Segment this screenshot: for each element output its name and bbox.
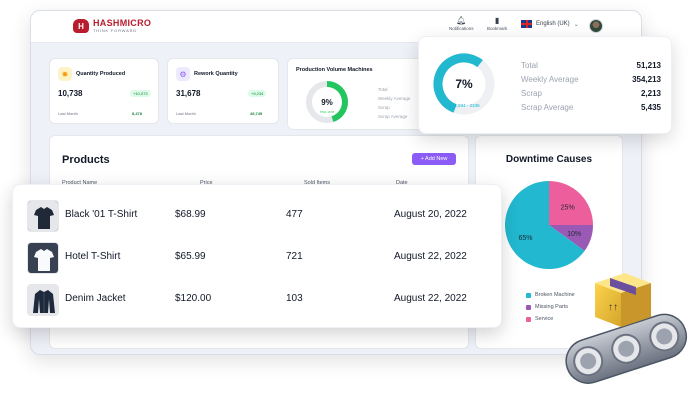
table-row[interactable]: Hotel T-Shirt $65.99 721 August 22, 2022 — [13, 239, 501, 277]
pie-data-label: 25% — [561, 204, 575, 211]
products-list-card: Black '01 T-Shirt $68.99 477 August 20, … — [12, 184, 502, 328]
summary-value: 5,435 — [640, 103, 661, 112]
summary-label: Weekly Average — [521, 75, 579, 84]
product-date: August 22, 2022 — [394, 251, 467, 262]
product-price: $65.99 — [175, 251, 206, 262]
legend-swatch — [526, 304, 531, 310]
downtime-title: Downtime Causes — [505, 154, 593, 165]
bell-icon: 🔔︎ — [456, 16, 467, 25]
stat-value: 31,678 — [176, 89, 201, 98]
stat-card-rework-quantity: ⚙ Rework Quantity 31,678 +9,234 Last Mon… — [167, 58, 279, 124]
product-price: $68.99 — [175, 209, 206, 220]
brand-logo[interactable]: H HASHMICRO THINK FORWARD — [73, 19, 151, 33]
stat-title: Rework Quantity — [194, 71, 238, 77]
stage: H HASHMICRO THINK FORWARD 🔔︎ Notificatio… — [0, 0, 700, 400]
legend-label: Service — [535, 316, 554, 322]
conveyor-box-illustration: ↑↑ — [565, 273, 688, 384]
production-volume-legend: Total Weekly Average Scrap Scrap Average — [378, 85, 410, 121]
language-selector[interactable]: English (UK) ⌄ — [521, 20, 579, 28]
production-volume-title: Production Volume Machines — [296, 67, 373, 73]
summary-value: 354,213 — [632, 75, 661, 84]
notifications-label: Notifications — [449, 26, 474, 31]
gauge-sub: PNG.1678 — [320, 110, 334, 114]
product-name: Hotel T-Shirt — [65, 251, 121, 262]
stat-sub-value: 49,745 — [250, 111, 263, 116]
legend-swatch — [526, 316, 531, 322]
product-sold: 103 — [286, 293, 303, 304]
pie-data-label: 10% — [567, 231, 581, 238]
product-name: Denim Jacket — [65, 293, 126, 304]
brand-name: HASHMICRO — [93, 18, 152, 28]
pie-slice-service — [549, 181, 593, 225]
denim-jacket-icon — [28, 285, 58, 315]
legend-item: Total — [378, 87, 388, 92]
products-title: Products — [62, 154, 110, 166]
summary-label: Scrap Average — [521, 103, 574, 112]
summary-value: 51,213 — [636, 61, 661, 70]
product-thumbnail — [27, 200, 59, 232]
summary-row: Scrap Average 5,435 — [521, 103, 661, 112]
package-box-icon: ↑↑ — [595, 273, 651, 327]
white-shirt-icon — [28, 243, 58, 273]
table-row[interactable]: Denim Jacket $120.00 103 August 22, 2022 — [13, 281, 501, 319]
sun-icon: ✹ — [58, 67, 72, 81]
add-new-button[interactable]: + Add New — [412, 153, 456, 165]
legend-item: Scrap — [378, 105, 390, 110]
summary-row: Total 51,213 — [521, 61, 661, 70]
product-thumbnail — [27, 284, 59, 316]
legend-swatch — [526, 292, 531, 298]
brand-logo-mark: H — [73, 19, 89, 33]
table-row[interactable]: Black '01 T-Shirt $68.99 477 August 20, … — [13, 197, 501, 235]
product-price: $120.00 — [175, 293, 212, 304]
stat-sub-label: Last Month — [58, 111, 78, 116]
stat-title: Quantity Produced — [76, 71, 126, 77]
stat-value: 10,738 — [58, 89, 83, 98]
summary-row: Scrap 2,213 — [521, 89, 661, 98]
product-thumbnail — [27, 242, 59, 274]
gauge-percent: 9% — [321, 98, 333, 107]
product-name: Black '01 T-Shirt — [65, 209, 138, 220]
summary-card: 7% 1,934 - 2346 Total 51,213 Weekly Aver… — [418, 36, 672, 134]
stat-badge: +10,073 — [130, 90, 151, 97]
gauge-percent: 7% — [455, 77, 473, 91]
avatar[interactable] — [589, 19, 603, 33]
language-label: English (UK) — [536, 21, 570, 27]
product-sold: 477 — [286, 209, 303, 220]
stat-badge: +9,234 — [248, 90, 267, 97]
notifications-button[interactable]: 🔔︎ Notifications — [449, 16, 474, 31]
summary-label: Scrap — [521, 89, 542, 98]
summary-label: Total — [521, 61, 538, 70]
bookmark-button[interactable]: ▮ Bookmark — [487, 16, 507, 31]
pie-data-label: 65% — [518, 235, 532, 242]
bookmark-label: Bookmark — [487, 26, 508, 31]
product-date: August 20, 2022 — [394, 209, 467, 220]
uk-flag-icon — [521, 20, 532, 28]
summary-value: 2,213 — [640, 89, 661, 98]
legend-item: Weekly Average — [378, 96, 411, 101]
product-sold: 721 — [286, 251, 303, 262]
stat-sub-label: Last Month — [176, 111, 196, 116]
cog-icon: ⚙ — [176, 67, 190, 81]
stat-card-quantity-produced: ✹ Quantity Produced 10,738 +10,073 Last … — [49, 58, 159, 124]
stat-sub-value: 8,478 — [132, 111, 143, 116]
brand-tagline: THINK FORWARD — [93, 28, 137, 33]
downtime-pie-chart: 25% 10% 65% — [505, 181, 593, 269]
gauge-sub: 1,934 - 2346 — [454, 103, 480, 108]
product-date: August 22, 2022 — [394, 293, 467, 304]
bookmark-icon: ▮ — [494, 16, 500, 25]
black-shirt-icon — [28, 201, 58, 231]
legend-item: Scrap Average — [378, 114, 408, 119]
arrow-up-icon: ↑↑ — [608, 302, 618, 313]
production-volume-gauge: 9% PNG.1678 — [306, 81, 348, 123]
chevron-down-icon: ⌄ — [573, 21, 579, 28]
summary-row: Weekly Average 354,213 — [521, 75, 661, 84]
legend-service: Service — [526, 316, 553, 322]
